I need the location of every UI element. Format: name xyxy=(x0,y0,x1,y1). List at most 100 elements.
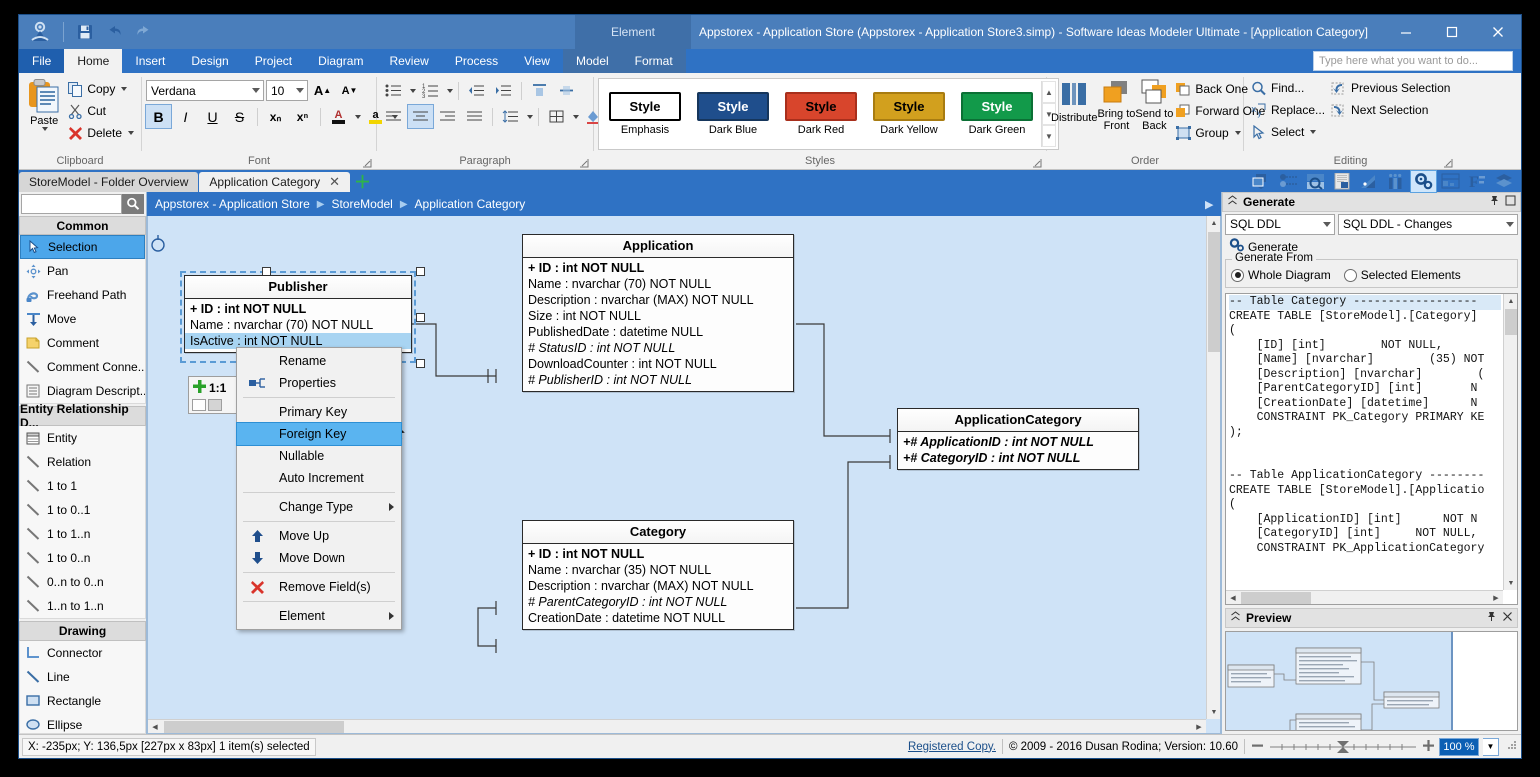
style-dark-yellow[interactable]: Style Dark Yellow xyxy=(865,92,953,136)
code-vertical-scrollbar[interactable]: ▲ ▼ xyxy=(1503,294,1517,590)
toolbox-item-selection[interactable]: Selection xyxy=(20,235,145,260)
font-color-button[interactable]: A xyxy=(326,105,351,128)
context-menu-item-nullable[interactable]: Nullable xyxy=(237,445,401,467)
entity-attribute[interactable]: DownloadCounter : int NOT NULL xyxy=(523,356,793,372)
code-horizontal-scrollbar[interactable]: ◀ ▶ xyxy=(1226,590,1503,604)
distribute-button[interactable]: Distribute xyxy=(1051,76,1097,124)
numbering-dropdown-icon[interactable] xyxy=(447,88,453,93)
select-dropdown-icon[interactable] xyxy=(1310,130,1317,134)
entity-application[interactable]: Application + ID : int NOT NULL Name : n… xyxy=(522,234,794,392)
italic-button[interactable]: I xyxy=(173,105,198,128)
zoom-out-button[interactable] xyxy=(1251,739,1264,755)
toolbox-item-pan[interactable]: Pan xyxy=(20,259,145,283)
line-spacing-button[interactable] xyxy=(498,105,523,128)
toolbox-item-1-n-to-1-n[interactable]: 1..n to 1..n xyxy=(20,594,145,618)
minimize-button[interactable] xyxy=(1383,15,1429,49)
zoom-value[interactable]: 100 % xyxy=(1439,737,1479,756)
entity-attribute[interactable]: +# CategoryID : int NOT NULL xyxy=(898,450,1138,466)
style-dark-red[interactable]: Style Dark Red xyxy=(777,92,865,136)
resize-grip-icon[interactable] xyxy=(1505,740,1518,754)
increase-indent-button[interactable] xyxy=(491,79,516,102)
style-panel-icon[interactable] xyxy=(1357,171,1382,192)
copy-button[interactable]: Copy xyxy=(65,78,137,100)
context-menu-item-move-up[interactable]: Move Up xyxy=(237,525,401,547)
breadcrumb-expand-icon[interactable]: ▶ xyxy=(1205,198,1221,211)
toolbox-item-1-to-1-n[interactable]: 1 to 1..n xyxy=(20,522,145,546)
relation-option-2[interactable] xyxy=(208,399,222,411)
send-to-back-button[interactable]: Send to Back xyxy=(1135,76,1173,132)
context-menu-item-foreign-key[interactable]: Foreign Key xyxy=(236,422,402,446)
entity-attribute[interactable]: + ID : int NOT NULL xyxy=(185,301,411,317)
layers-panel-icon[interactable] xyxy=(1492,171,1517,192)
paragraph-dialog-launcher[interactable] xyxy=(579,158,590,169)
pin-icon[interactable] xyxy=(1489,195,1500,209)
canvas-horizontal-scrollbar[interactable]: ◀ ▶ xyxy=(148,719,1206,733)
entity-attribute[interactable]: # ParentCategoryID : int NOT NULL xyxy=(523,594,793,610)
styles-dialog-launcher[interactable] xyxy=(1032,158,1043,169)
maximize-button[interactable] xyxy=(1429,15,1475,49)
toolbox-item-diagram-description[interactable]: Diagram Descript.. xyxy=(20,379,145,403)
bullets-button[interactable] xyxy=(381,79,406,102)
scroll-up-icon[interactable]: ▲ xyxy=(1207,216,1220,230)
delete-button[interactable]: Delete xyxy=(65,122,137,144)
collapse-icon[interactable] xyxy=(1230,611,1241,625)
pin-icon[interactable] xyxy=(1486,611,1497,625)
zoom-dropdown-icon[interactable]: ▼ xyxy=(1483,737,1499,756)
scroll-down-icon[interactable]: ▼ xyxy=(1207,705,1220,719)
entity-attribute[interactable]: # StatusID : int NOT NULL xyxy=(523,340,793,356)
language-combo[interactable]: SQL DDL xyxy=(1225,213,1335,235)
style-emphasis[interactable]: Style Emphasis xyxy=(601,92,689,136)
radio-whole-diagram[interactable]: Whole Diagram xyxy=(1231,268,1331,282)
group-dropdown-icon[interactable] xyxy=(1234,131,1241,135)
entity-attribute[interactable]: PublishedDate : datetime NULL xyxy=(523,324,793,340)
scroll-down-icon[interactable]: ▼ xyxy=(1504,576,1517,590)
relation-option-1[interactable] xyxy=(192,399,206,411)
paste-dropdown-icon[interactable] xyxy=(42,127,49,131)
borders-button[interactable] xyxy=(544,105,569,128)
context-menu-item-element[interactable]: Element xyxy=(237,605,401,627)
font-dialog-launcher[interactable] xyxy=(362,158,373,169)
style-dark-blue[interactable]: Style Dark Blue xyxy=(689,92,777,136)
undo-icon[interactable] xyxy=(103,21,125,43)
canvas-vertical-scrollbar[interactable]: ▲ ▼ xyxy=(1206,216,1220,719)
align-top-button[interactable] xyxy=(527,79,552,102)
context-menu-item-change-type[interactable]: Change Type xyxy=(237,496,401,518)
diagram-canvas[interactable]: Publisher + ID : int NOT NULL Name : nva… xyxy=(147,216,1221,734)
font-color-dropdown-icon[interactable] xyxy=(355,114,361,119)
breadcrumb-item-1[interactable]: StoreModel xyxy=(331,197,392,211)
context-menu-item-rename[interactable]: Rename xyxy=(237,350,401,372)
toolbox-item-1-to-0-n[interactable]: 1 to 0..n xyxy=(20,546,145,570)
toolbox-item-comment[interactable]: Comment xyxy=(20,331,145,355)
ribbon-tab-view[interactable]: View xyxy=(511,49,563,73)
scroll-left-icon[interactable]: ◀ xyxy=(1226,591,1240,604)
ribbon-tab-process[interactable]: Process xyxy=(442,49,511,73)
toolbox-item-connector[interactable]: Connector xyxy=(20,641,145,665)
resize-handle-top-right[interactable] xyxy=(416,267,425,276)
breadcrumb-item-2[interactable]: Application Category xyxy=(415,197,526,211)
entity-attribute[interactable]: Size : int NOT NULL xyxy=(523,308,793,324)
justify-button[interactable] xyxy=(462,105,487,128)
align-middle-button[interactable] xyxy=(554,79,579,102)
context-menu-item-remove-fields[interactable]: Remove Field(s) xyxy=(237,576,401,598)
align-right-button[interactable] xyxy=(435,105,460,128)
generate-panel-icon[interactable] xyxy=(1410,169,1437,193)
entity-category[interactable]: Category + ID : int NOT NULL Name : nvar… xyxy=(522,520,794,630)
ribbon-tab-format[interactable]: Format xyxy=(621,49,686,73)
scroll-right-icon[interactable]: ▶ xyxy=(1192,720,1206,733)
entity-attribute[interactable]: + ID : int NOT NULL xyxy=(523,260,793,276)
entity-attribute[interactable]: Name : nvarchar (70) NOT NULL xyxy=(523,276,793,292)
chart-panel-icon[interactable] xyxy=(1384,171,1409,192)
replace-button[interactable]: xy Replace... xyxy=(1248,99,1328,121)
toolbox-item-1-to-0-1[interactable]: 1 to 0..1 xyxy=(20,498,145,522)
toolbox-item-rectangle[interactable]: Rectangle xyxy=(20,689,145,713)
grid-panel-icon[interactable] xyxy=(1438,171,1463,192)
entity-attribute[interactable]: CreationDate : datetime NOT NULL xyxy=(523,610,793,626)
bullets-dropdown-icon[interactable] xyxy=(410,88,416,93)
bring-to-front-button[interactable]: Bring to Front xyxy=(1097,76,1135,132)
font-size-combo[interactable]: 10 xyxy=(266,80,308,101)
toolbox-item-entity[interactable]: Entity xyxy=(20,426,145,450)
toolbox-item-freehand-path[interactable]: Freehand Path xyxy=(20,283,145,307)
code-hscroll-thumb[interactable] xyxy=(1241,592,1311,604)
zoom-slider[interactable] xyxy=(1268,740,1418,754)
radio-selected-elements[interactable]: Selected Elements xyxy=(1343,268,1461,282)
